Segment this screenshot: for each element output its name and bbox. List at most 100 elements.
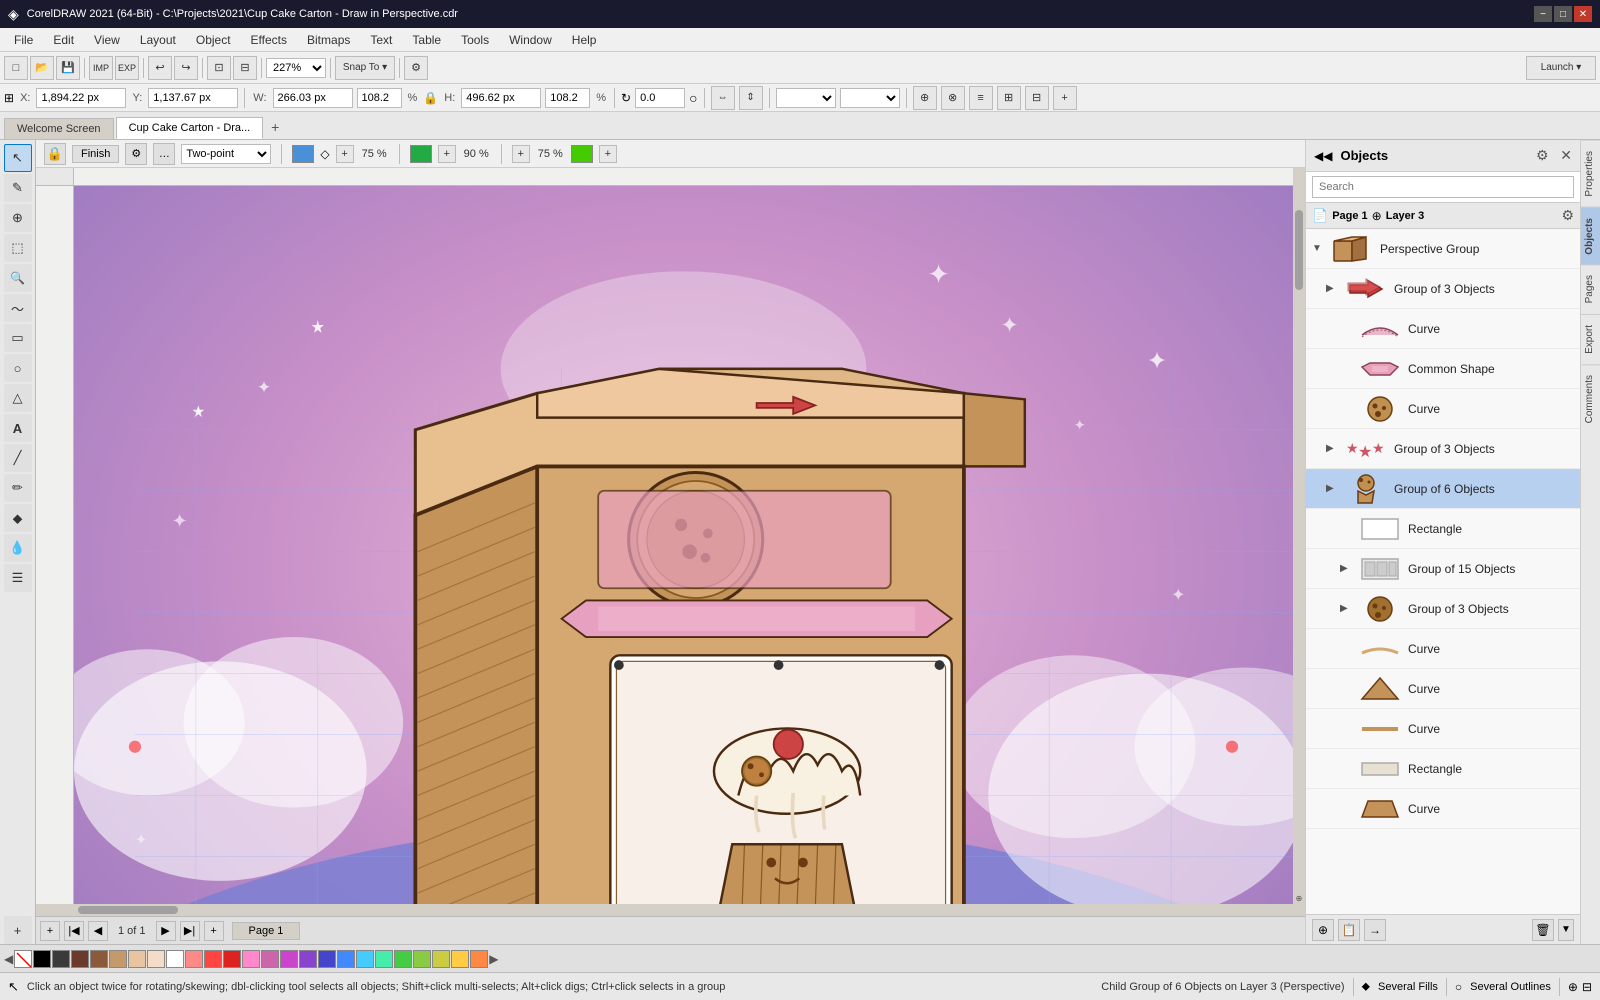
swatch-orange[interactable] <box>470 950 488 968</box>
last-page-btn[interactable]: ▶| <box>180 921 200 941</box>
color-box-2[interactable] <box>410 145 432 163</box>
layer-btn4[interactable]: ⊞ <box>997 86 1021 110</box>
menu-edit[interactable]: Edit <box>43 31 84 49</box>
no-fill-swatch[interactable] <box>14 950 32 968</box>
layer-btn3[interactable]: ≡ <box>969 86 993 110</box>
fill-tool[interactable]: ⬥ <box>4 504 32 532</box>
new-button[interactable]: □ <box>4 56 28 80</box>
swatch-red[interactable] <box>223 950 241 968</box>
close-button[interactable]: ✕ <box>1574 6 1592 22</box>
status-icon-1[interactable]: ⊕ <box>1568 980 1578 994</box>
tab-drawing[interactable]: Cup Cake Carton - Dra... <box>116 117 264 139</box>
swatch-brown-dark[interactable] <box>71 950 89 968</box>
add-page-nav-btn[interactable]: + <box>40 921 60 941</box>
zoom-select[interactable]: 227% 100% 150% <box>266 58 326 78</box>
palette-arrow-right[interactable]: ▶ <box>489 952 498 966</box>
line-tool[interactable]: ╱ <box>4 444 32 472</box>
lock-icon-persp[interactable]: 🔒 <box>44 143 66 165</box>
drawing-canvas[interactable]: ✦ ✦ ✦ ✦ ✦ ✦ ✦ ✦ ✦ ✦ ✦ <box>74 186 1293 904</box>
settings-button[interactable]: ⚙ <box>404 56 428 80</box>
tab-welcome[interactable]: Welcome Screen <box>4 118 114 139</box>
finish-button[interactable]: Finish <box>72 145 119 163</box>
swatch-lt-blue[interactable] <box>337 950 355 968</box>
maximize-button[interactable]: □ <box>1554 6 1572 22</box>
h-input[interactable] <box>461 88 541 108</box>
menu-bitmaps[interactable]: Bitmaps <box>297 31 360 49</box>
swatch-lt-pink[interactable] <box>185 950 203 968</box>
delete-obj-btn[interactable]: 🗑 <box>1532 919 1554 941</box>
settings-persp-btn[interactable]: ⚙ <box>125 143 147 165</box>
swatch-yellow-green[interactable] <box>413 950 431 968</box>
menu-file[interactable]: File <box>4 31 43 49</box>
artwork-svg[interactable]: ✦ ✦ ✦ ✦ ✦ ✦ ✦ ✦ ✦ ✦ ✦ <box>74 186 1293 904</box>
obj-group-3-1[interactable]: ▶ Group of 3 Objects <box>1306 269 1580 309</box>
obj-rectangle-2[interactable]: ▶ Rectangle <box>1306 749 1580 789</box>
layer-btn2[interactable]: ⊗ <box>941 86 965 110</box>
curve-tool[interactable]: 〜 <box>4 294 32 322</box>
obj-perspective-group[interactable]: ▼ Perspective Group <box>1306 229 1580 269</box>
swatch-magenta[interactable] <box>280 950 298 968</box>
swatch-dark[interactable] <box>52 950 70 968</box>
plus-btn-3[interactable]: + <box>512 145 530 163</box>
swatch-magenta-pink[interactable] <box>261 950 279 968</box>
w-input[interactable] <box>273 88 353 108</box>
layer-btn5[interactable]: ⊟ <box>1025 86 1049 110</box>
obj-common-shape[interactable]: ▶ Common Shape <box>1306 349 1580 389</box>
obj-curve-6[interactable]: ▶ Curve <box>1306 789 1580 829</box>
obj-curve-2[interactable]: ▶ Curve <box>1306 389 1580 429</box>
panel-expand-btn[interactable]: ◀◀ <box>1314 149 1332 163</box>
eyedropper-tool[interactable]: 💧 <box>4 534 32 562</box>
tab-add-button[interactable]: + <box>265 117 285 137</box>
zoom-tool[interactable]: 🔍 <box>4 264 32 292</box>
vtab-comments[interactable]: Comments <box>1581 364 1600 433</box>
status-icon-2[interactable]: ⊟ <box>1582 980 1592 994</box>
fill-select[interactable] <box>776 88 836 108</box>
menu-window[interactable]: Window <box>499 31 562 49</box>
vtab-objects[interactable]: Objects <box>1581 207 1600 265</box>
swatch-orange-yellow[interactable] <box>451 950 469 968</box>
launch-button[interactable]: Launch ▾ <box>1526 56 1596 80</box>
swatch-purple[interactable] <box>299 950 317 968</box>
swatch-tan[interactable] <box>109 950 127 968</box>
fit-page-button[interactable]: ⊟ <box>233 56 257 80</box>
vtab-export[interactable]: Export <box>1581 314 1600 364</box>
page-tab[interactable]: Page 1 <box>232 922 301 940</box>
polygon-tool[interactable]: △ <box>4 384 32 412</box>
fit-button[interactable]: ⊡ <box>207 56 231 80</box>
swatch-teal[interactable] <box>375 950 393 968</box>
palette-arrow-left[interactable]: ◀ <box>4 952 13 966</box>
crop-tool[interactable]: ⬚ <box>4 234 32 262</box>
minimize-button[interactable]: − <box>1534 6 1552 22</box>
export-button[interactable]: EXP <box>115 56 139 80</box>
first-page-btn[interactable]: |◀ <box>64 921 84 941</box>
redo-button[interactable]: ↪ <box>174 56 198 80</box>
ellipse-tool[interactable]: ○ <box>4 354 32 382</box>
toggle-group-6[interactable]: ▶ <box>1326 483 1338 494</box>
vtab-properties[interactable]: Properties <box>1581 140 1600 207</box>
swatch-light-peach[interactable] <box>147 950 165 968</box>
menu-help[interactable]: Help <box>562 31 607 49</box>
menu-text[interactable]: Text <box>360 31 402 49</box>
obj-curve-3[interactable]: ▶ Curve <box>1306 629 1580 669</box>
add-page-nav-btn2[interactable]: + <box>204 921 224 941</box>
swatch-green[interactable] <box>394 950 412 968</box>
save-button[interactable]: 💾 <box>56 56 80 80</box>
swatch-red-pink[interactable] <box>204 950 222 968</box>
transform-tool[interactable]: ⊕ <box>4 204 32 232</box>
toggle-group-3-3[interactable]: ▶ <box>1340 603 1352 614</box>
panel-settings-btn[interactable]: ⚙ <box>1532 146 1552 166</box>
v-scrollbar-thumb[interactable] <box>1295 210 1303 290</box>
select-tool[interactable]: ↖ <box>4 144 32 172</box>
import-button[interactable]: IMP <box>89 56 113 80</box>
rect-tool[interactable]: ▭ <box>4 324 32 352</box>
panel-close-btn[interactable]: ✕ <box>1560 147 1572 164</box>
menu-table[interactable]: Table <box>402 31 451 49</box>
mode-select[interactable]: Two-point <box>181 144 271 164</box>
toggle-group-3-2[interactable]: ▶ <box>1326 443 1338 454</box>
paint-tool[interactable]: ✏ <box>4 474 32 502</box>
obj-group-15[interactable]: ▶ Group of 15 Objects <box>1306 549 1580 589</box>
add-page-tool[interactable]: + <box>4 916 32 944</box>
objects-list[interactable]: ▼ Perspective Group ▶ Group of 3 Objec <box>1306 229 1580 914</box>
menu-object[interactable]: Object <box>186 31 241 49</box>
add-icon-btn[interactable]: + <box>1053 86 1077 110</box>
